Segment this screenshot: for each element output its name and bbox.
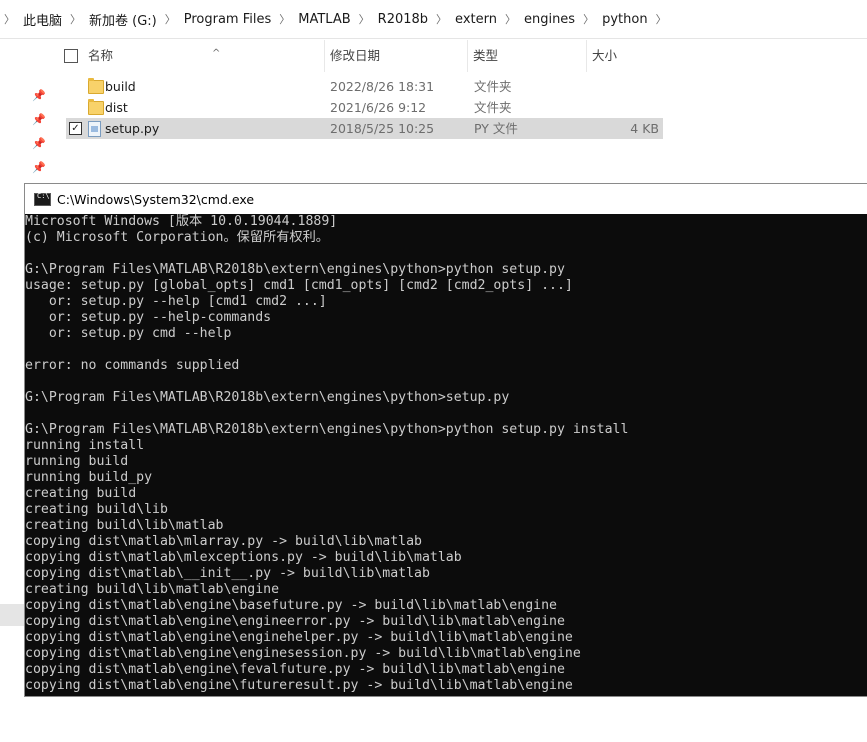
breadcrumb-chevron-icon: 〉	[504, 13, 516, 26]
console-output[interactable]: Microsoft Windows [版本 10.0.19044.1889] (c…	[25, 214, 867, 694]
cmd-window-title: C:\Windows\System32\cmd.exe	[57, 191, 255, 207]
console-line: or: setup.py cmd --help	[25, 326, 232, 341]
console-line: Microsoft Windows [版本 10.0.19044.1889]	[25, 214, 338, 229]
file-row-dist[interactable]: dist 2021/6/26 9:12 文件夹	[66, 97, 663, 118]
pin-icon[interactable]: 📌	[32, 89, 46, 103]
cmd-app-icon-label: C:\	[37, 191, 50, 200]
breadcrumb-extern[interactable]: extern	[455, 12, 497, 27]
breadcrumb-chevron-icon: 〉	[4, 13, 15, 26]
console-line: running build	[25, 454, 129, 469]
cmd-titlebar[interactable]: C:\ C:\Windows\System32\cmd.exe	[25, 184, 867, 214]
breadcrumb-chevron-icon: 〉	[279, 13, 291, 26]
file-type: 文件夹	[474, 100, 512, 115]
breadcrumb-program-files[interactable]: Program Files	[184, 12, 272, 27]
file-type: 文件夹	[474, 79, 512, 94]
file-name: dist	[105, 100, 128, 115]
breadcrumb-python[interactable]: python	[602, 12, 647, 27]
row-checkbox-checked[interactable]: ✓	[69, 122, 82, 135]
file-modified: 2021/6/26 9:12	[330, 100, 427, 115]
file-type: PY 文件	[474, 121, 518, 136]
console-line: copying dist\matlab\__init__.py -> build…	[25, 566, 430, 581]
breadcrumb-chevron-icon: 〉	[583, 13, 595, 26]
breadcrumb-chevron-icon[interactable]: 〉	[656, 11, 667, 27]
cmd-window[interactable]: C:\ C:\Windows\System32\cmd.exe Microsof…	[24, 183, 867, 697]
py-file-icon	[88, 121, 101, 137]
console-line: running build_py	[25, 470, 153, 485]
pin-icon[interactable]: 📌	[32, 113, 46, 127]
console-line: G:\Program Files\MATLAB\R2018b\extern\en…	[25, 262, 565, 277]
console-line: usage: setup.py [global_opts] cmd1 [cmd1…	[25, 278, 573, 293]
console-line: copying dist\matlab\engine\enginehelper.…	[25, 630, 573, 645]
column-header-modified-label: 修改日期	[330, 48, 381, 63]
sort-ascending-icon: ^	[212, 48, 221, 59]
console-line: copying dist\matlab\engine\enginesession…	[25, 646, 581, 661]
folder-icon	[88, 78, 104, 94]
breadcrumb-chevron-icon: 〉	[164, 13, 176, 26]
column-header-name-label: 名称	[88, 48, 114, 63]
column-header-size-label: 大小	[592, 48, 618, 63]
column-header-name[interactable]: 名称 ^	[82, 40, 325, 72]
console-line: copying dist\matlab\mlexceptions.py -> b…	[25, 550, 462, 565]
navigation-selected-item[interactable]	[0, 604, 24, 626]
console-line: copying dist\matlab\engine\engineerror.p…	[25, 614, 565, 629]
console-line: creating build\lib	[25, 502, 168, 517]
console-line: running install	[25, 438, 145, 453]
pin-icon[interactable]: 📌	[32, 137, 46, 151]
console-line: G:\Program Files\MATLAB\R2018b\extern\en…	[25, 390, 510, 405]
console-line: creating build	[25, 486, 137, 501]
column-header-modified[interactable]: 修改日期	[324, 40, 468, 72]
column-header-row: 名称 ^ 修改日期 类型 大小	[58, 40, 668, 72]
console-line: copying dist\matlab\engine\futureresult.…	[25, 678, 573, 693]
breadcrumb-chevron-icon: 〉	[436, 13, 448, 26]
console-line: copying dist\matlab\engine\fevalfuture.p…	[25, 662, 565, 677]
breadcrumb-engines[interactable]: engines	[524, 12, 575, 27]
breadcrumb-chevron-icon: 〉	[70, 13, 82, 26]
address-bar-breadcrumb[interactable]: 〉 此电脑 〉 新加卷 (G:) 〉 Program Files 〉 MATLA…	[0, 0, 867, 39]
file-name: build	[105, 79, 136, 94]
console-line: copying dist\matlab\engine\basefuture.py…	[25, 598, 557, 613]
column-header-type[interactable]: 类型	[467, 40, 587, 72]
file-size: 4 KB	[630, 121, 659, 136]
breadcrumb-r2018b[interactable]: R2018b	[378, 12, 428, 27]
breadcrumb-this-pc[interactable]: 此电脑	[23, 10, 62, 29]
file-name: setup.py	[105, 121, 160, 136]
pin-icon[interactable]: 📌	[32, 161, 46, 175]
file-row-setup-py[interactable]: ✓ setup.py 2018/5/25 10:25 PY 文件 4 KB	[66, 118, 663, 139]
console-line: creating build\lib\matlab\engine	[25, 582, 280, 597]
file-row-build[interactable]: build 2022/8/26 18:31 文件夹	[66, 76, 663, 97]
folder-icon	[88, 99, 104, 115]
file-modified: 2022/8/26 18:31	[330, 79, 435, 94]
breadcrumb-chevron-icon: 〉	[358, 13, 370, 26]
breadcrumb-drive-g[interactable]: 新加卷 (G:)	[89, 10, 157, 29]
console-line: error: no commands supplied	[25, 358, 240, 373]
console-line: (c) Microsoft Corporation。保留所有权利。	[25, 230, 329, 245]
cmd-app-icon[interactable]: C:\	[34, 191, 51, 206]
file-modified: 2018/5/25 10:25	[330, 121, 435, 136]
console-line: or: setup.py --help [cmd1 cmd2 ...]	[25, 294, 327, 309]
breadcrumb-matlab[interactable]: MATLAB	[298, 12, 350, 27]
console-line: G:\Program Files\MATLAB\R2018b\extern\en…	[25, 422, 629, 437]
console-line: or: setup.py --help-commands	[25, 310, 272, 325]
console-line: copying dist\matlab\mlarray.py -> build\…	[25, 534, 422, 549]
column-header-size[interactable]: 大小	[586, 40, 666, 72]
column-header-type-label: 类型	[473, 48, 499, 63]
console-line: creating build\lib\matlab	[25, 518, 224, 533]
